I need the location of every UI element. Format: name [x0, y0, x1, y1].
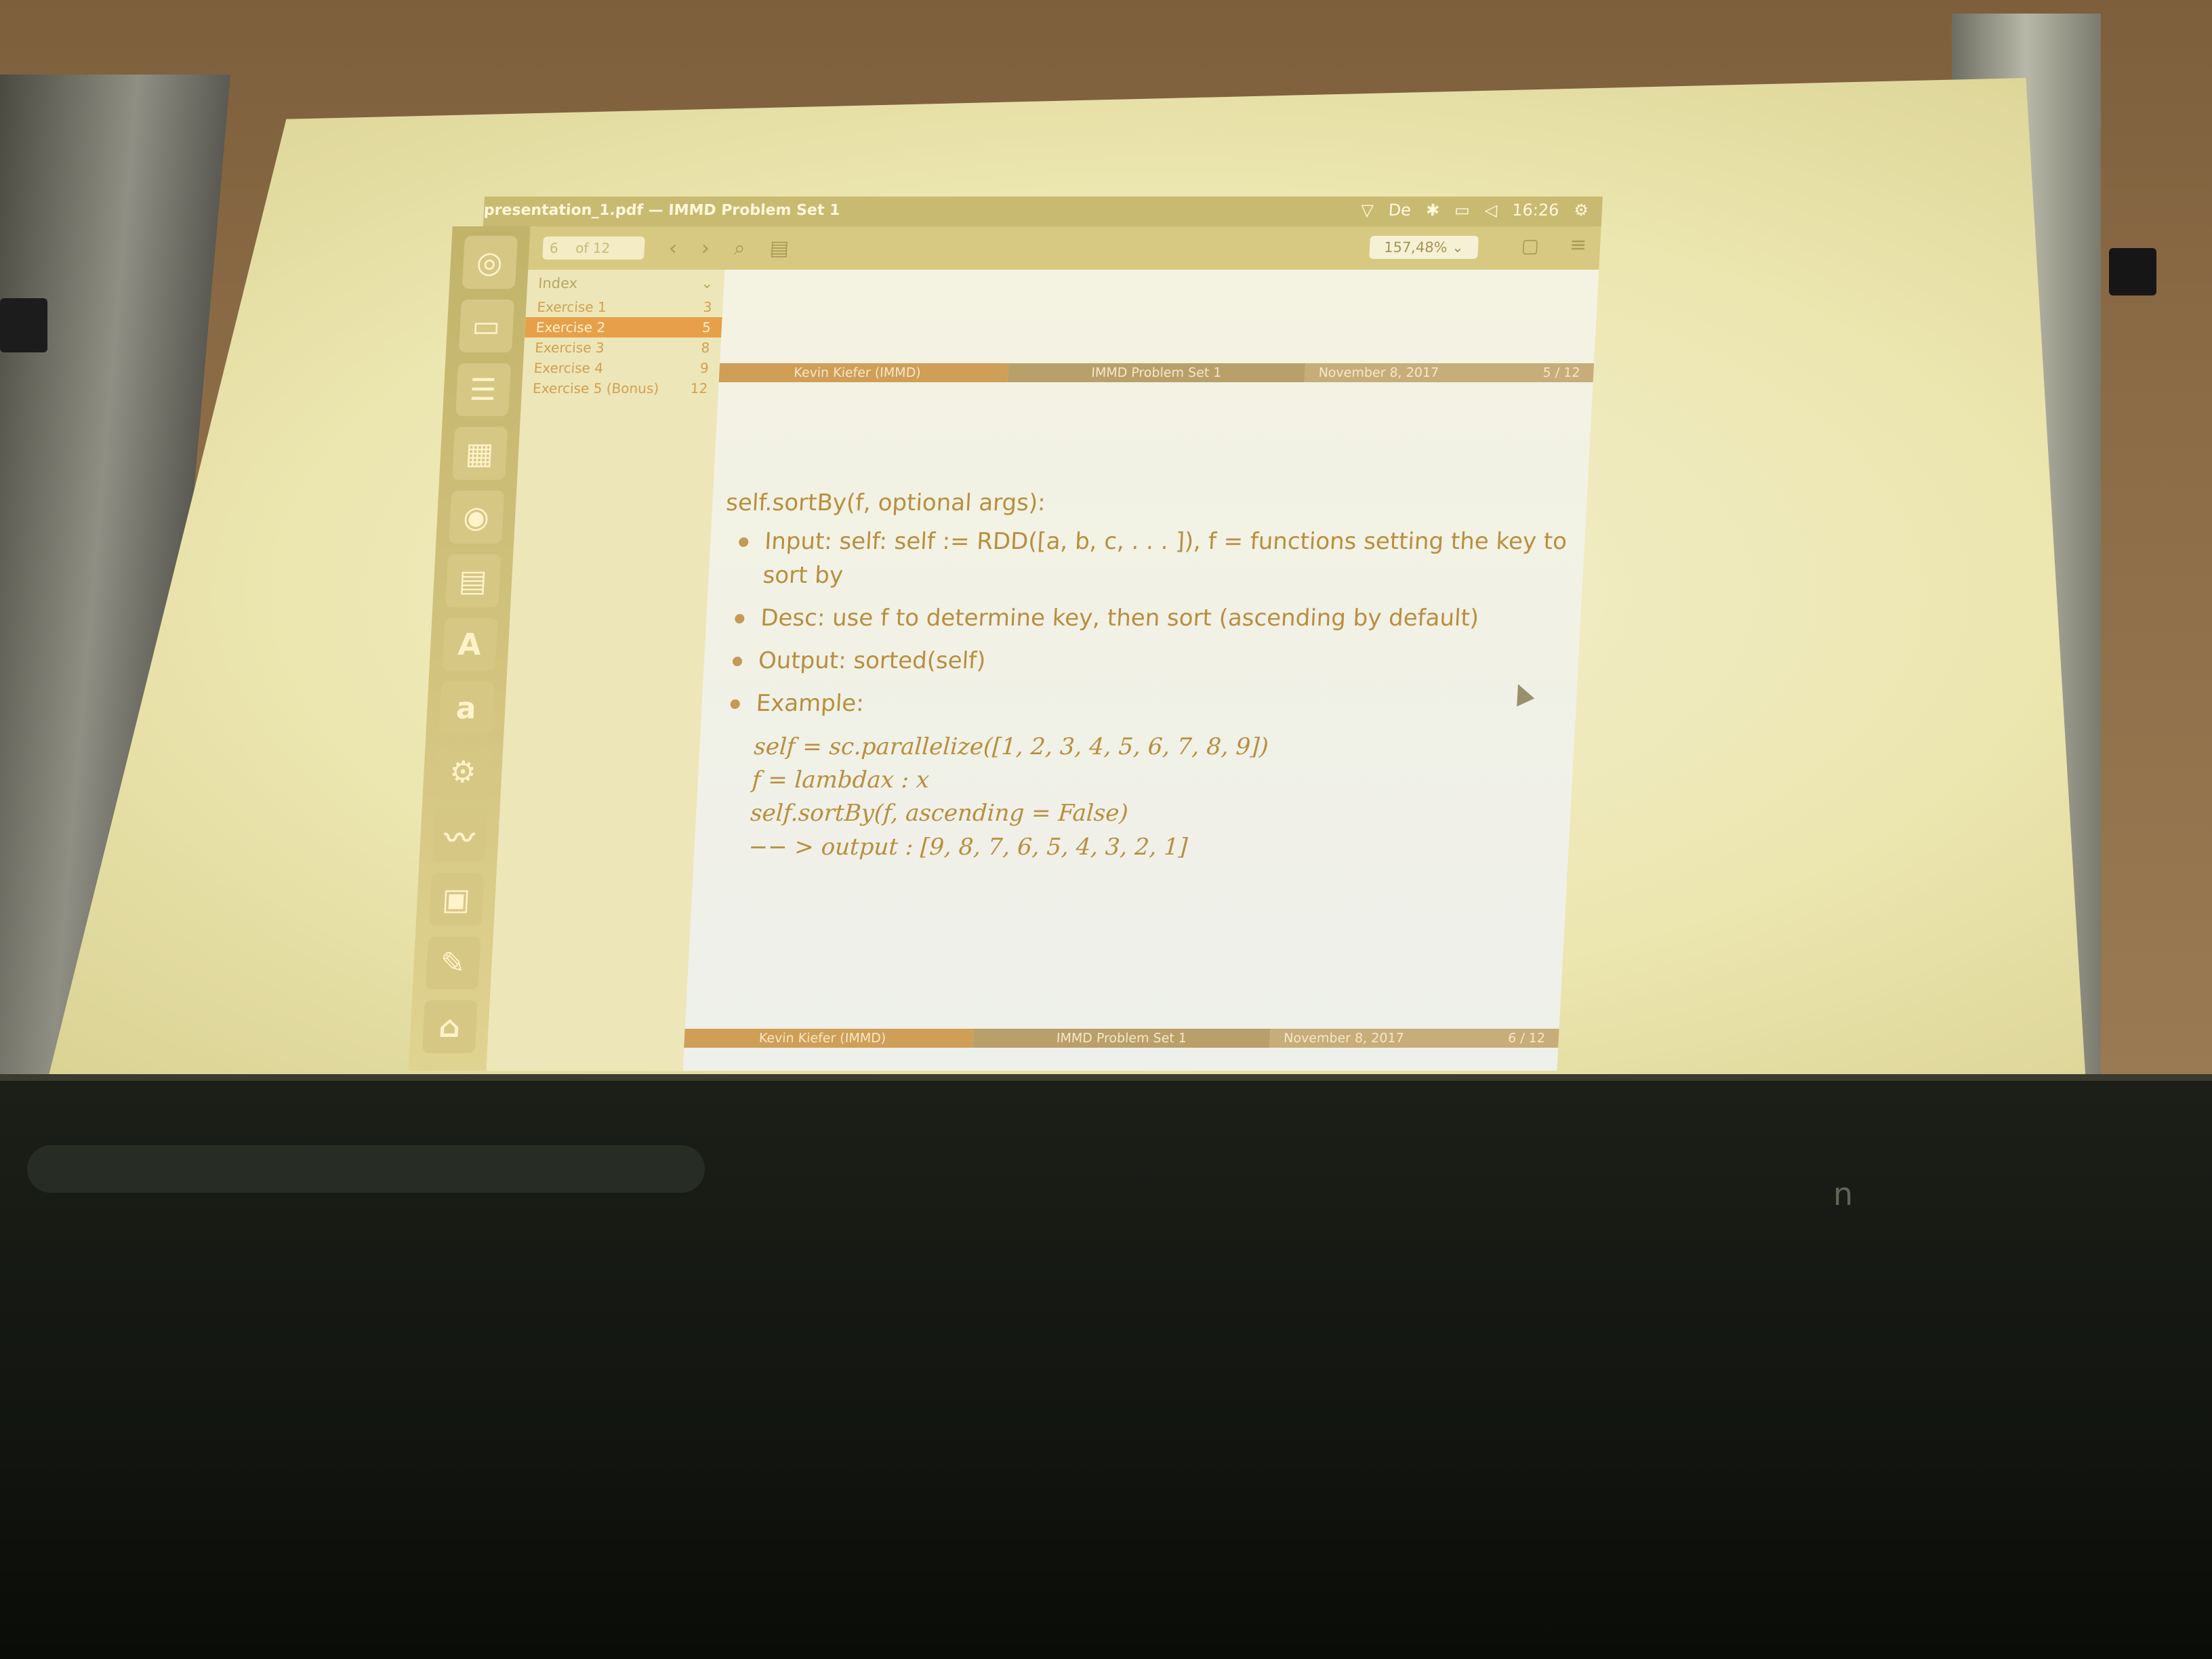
system-monitor-icon[interactable]: 〰 — [432, 809, 488, 862]
code-line: −− > output : [9, 8, 7, 6, 5, 4, 3, 2, 1… — [747, 833, 1189, 861]
bluetooth-icon[interactable]: ✱ — [1425, 201, 1440, 220]
footer-date: November 8, 2017 — [1318, 365, 1439, 380]
index-item-label: Exercise 3 — [534, 340, 605, 356]
volume-icon[interactable]: ◁ — [1484, 201, 1498, 220]
bullet-input: Input: self: self := RDD([a, b, c, . . .… — [721, 525, 1585, 592]
footer-page: 6 / 12 — [1507, 1031, 1546, 1046]
footer-date-page: November 8, 2017 5 / 12 — [1304, 363, 1595, 382]
index-item-page: 5 — [701, 319, 712, 335]
document-view[interactable]: Kevin Kiefer (IMMD) IMMD Problem Set 1 N… — [682, 270, 1599, 1071]
settings-icon[interactable]: ⚙ — [434, 745, 491, 798]
footer-date-page: November 8, 2017 6 / 12 — [1269, 1029, 1559, 1048]
index-item-page: 9 — [699, 360, 710, 376]
gear-icon[interactable]: ⚙ — [1574, 201, 1589, 220]
chevron-down-icon: ⌄ — [1451, 239, 1465, 255]
bullet-text: Output: sorted(self) — [758, 647, 987, 675]
battery-icon[interactable]: ▭ — [1454, 201, 1470, 220]
index-item-page: 8 — [700, 340, 710, 356]
impress-icon[interactable]: ▤ — [445, 554, 501, 607]
index-item[interactable]: Exercise 3 8 — [524, 337, 722, 358]
writer-icon[interactable]: ☰ — [455, 363, 511, 416]
wall-speaker-left — [0, 298, 47, 352]
bullet-text: Input: self: self := RDD([a, b, c, . . .… — [762, 528, 1568, 589]
bullet-output: Output: sorted(self) — [717, 644, 1580, 678]
keyboard-layout-indicator[interactable]: De — [1388, 201, 1412, 220]
clock[interactable]: 16:26 — [1512, 201, 1560, 220]
footer-title: IMMD Problem Set 1 — [1007, 363, 1306, 382]
index-item[interactable]: Exercise 1 3 — [526, 297, 724, 317]
zoom-select[interactable]: 157,48% ⌄ — [1369, 236, 1479, 259]
page-number-field[interactable]: 6 of 12 — [542, 237, 645, 260]
footer-author: Kevin Kiefer (IMMD) — [684, 1029, 974, 1048]
annotations-icon[interactable]: ▢ — [1521, 234, 1540, 257]
index-item-page: 12 — [690, 380, 708, 396]
slide-content: self.sortBy(f, optional args): Input: se… — [707, 487, 1587, 864]
system-tray: ▽ De ✱ ▭ ◁ 16:26 ⚙ — [1361, 201, 1589, 220]
calc-icon[interactable]: ▦ — [451, 427, 508, 480]
next-page-icon[interactable]: › — [701, 237, 710, 260]
index-item[interactable]: Exercise 2 5 — [525, 317, 722, 337]
trash-icon[interactable]: ⌂ — [422, 1000, 478, 1053]
footer-page: 5 / 12 — [1542, 365, 1580, 380]
index-item[interactable]: Exercise 4 9 — [523, 358, 720, 378]
index-item[interactable]: Exercise 5 (Bonus) 12 — [521, 378, 719, 398]
index-item-label: Exercise 5 (Bonus) — [532, 380, 659, 396]
ubuntu-logo-icon[interactable]: ◎ — [462, 236, 518, 289]
footer-title: IMMD Problem Set 1 — [972, 1029, 1271, 1048]
index-item-label: Exercise 1 — [536, 299, 607, 315]
code-line: self.sortBy(f, ascending = False) — [750, 800, 1129, 827]
bullet-example: Example: — [714, 687, 1577, 720]
page-current: 6 — [549, 240, 559, 256]
footer-author: Kevin Kiefer (IMMD) — [718, 363, 1008, 382]
firefox-icon[interactable]: ◉ — [448, 491, 504, 544]
index-item-page: 3 — [703, 299, 713, 315]
bullet-desc: Desc: use f to determine key, then sort … — [719, 602, 1582, 635]
zoom-value: 157,48% — [1383, 239, 1448, 255]
window-title: presentation_1.pdf — IMMD Problem Set 1 — [483, 202, 841, 219]
previous-page-icon[interactable]: ‹ — [668, 237, 678, 260]
menu-icon[interactable]: ≡ — [1569, 233, 1587, 257]
slide-footer-current: Kevin Kiefer (IMMD) IMMD Problem Set 1 N… — [684, 1029, 1559, 1048]
page-total: of 12 — [575, 240, 611, 256]
index-label: Index — [537, 275, 578, 291]
projected-desktop: presentation_1.pdf — IMMD Problem Set 1 … — [313, 197, 1715, 1071]
wifi-icon[interactable]: ▽ — [1361, 201, 1374, 220]
code-line: f = lambdax : x — [751, 766, 930, 794]
bullet-text: Example: — [755, 690, 865, 718]
code-line: self = sc.parallelize([1, 2, 3, 4, 5, 6,… — [753, 733, 1269, 760]
sidebar-toggle-icon[interactable]: ▤ — [769, 237, 790, 260]
viewer-toolbar: 6 of 12 ‹ › ⌕ ▤ 157,48% ⌄ ▢ ≡ — [528, 226, 1601, 270]
chalk-smudge — [27, 1145, 705, 1193]
bullet-text: Desc: use f to determine key, then sort … — [760, 604, 1480, 632]
slide-footer-prev: Kevin Kiefer (IMMD) IMMD Problem Set 1 N… — [718, 363, 1595, 382]
search-icon[interactable]: ⌕ — [733, 237, 746, 260]
software-center-icon[interactable]: A — [441, 618, 497, 671]
files-icon[interactable]: ▭ — [458, 300, 514, 352]
index-item-label: Exercise 2 — [535, 319, 606, 335]
text-editor-icon[interactable]: ✎ — [425, 937, 481, 989]
image-viewer-icon[interactable]: ▣ — [428, 873, 485, 926]
wall-speaker-right — [2109, 248, 2156, 295]
chalk-writing: n — [1833, 1176, 1853, 1212]
index-item-label: Exercise 4 — [533, 360, 604, 376]
footer-date: November 8, 2017 — [1283, 1031, 1405, 1046]
amazon-icon[interactable]: a — [438, 682, 494, 735]
index-header[interactable]: Index ⌄ — [527, 270, 724, 297]
chevron-down-icon: ⌄ — [701, 275, 714, 291]
top-panel: presentation_1.pdf — IMMD Problem Set 1 … — [483, 197, 1603, 226]
slide-heading: self.sortBy(f, optional args): — [725, 489, 1046, 516]
